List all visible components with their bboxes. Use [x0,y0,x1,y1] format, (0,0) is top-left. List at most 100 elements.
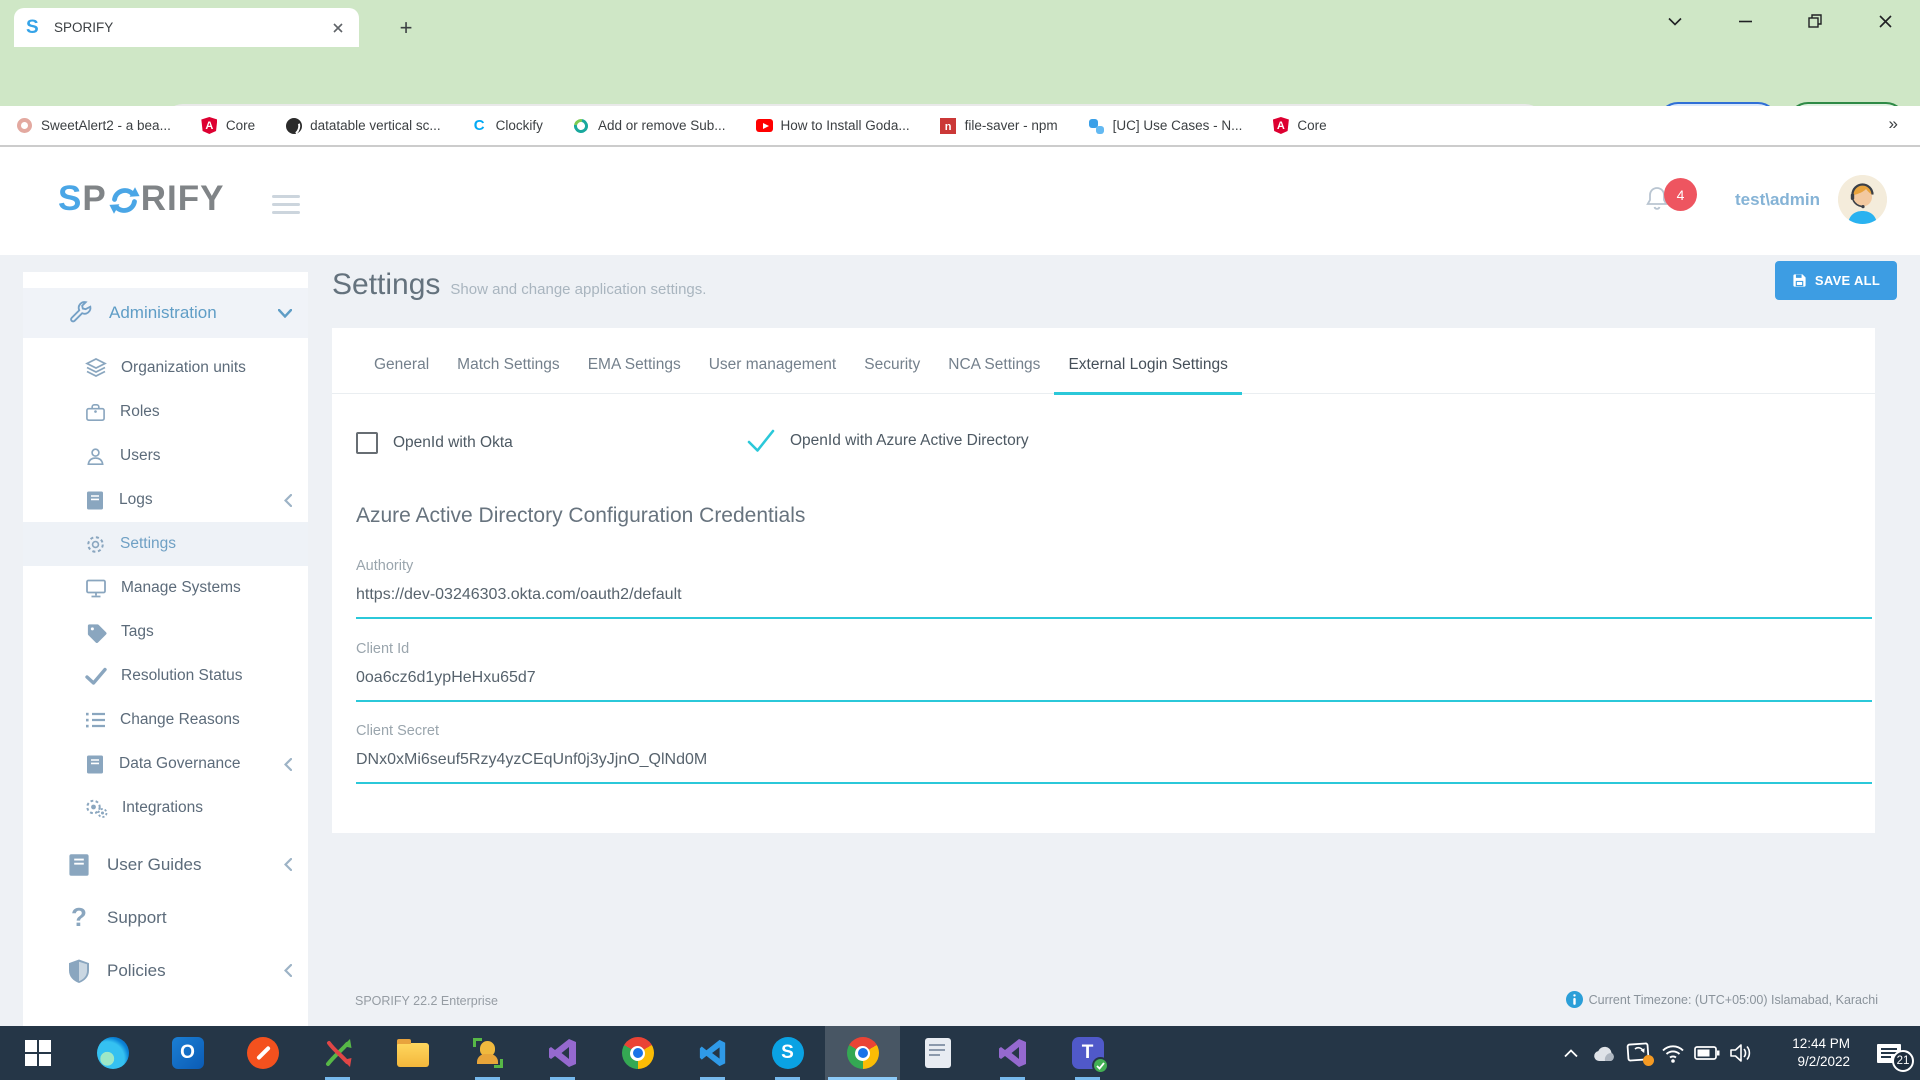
taskbar-file-explorer[interactable] [375,1026,450,1080]
sidebar-item-settings[interactable]: Settings [23,522,308,566]
bookmark-subtitles[interactable]: Add or remove Sub... [573,117,726,134]
battery-icon[interactable] [1690,1026,1724,1080]
restore-button[interactable] [1780,0,1850,42]
sidebar-item-organization-units[interactable]: Organization units [23,346,308,390]
visual-studio-icon [997,1037,1029,1069]
client-secret-input[interactable]: DNx0xMi6seuf5Rzy4yzCEqUnf0j3yJjnO_QlNd0M [356,751,1872,769]
edge-icon [97,1037,129,1069]
chevron-left-icon [284,964,292,977]
checkbox-openid-okta[interactable]: OpenId with Okta [356,432,513,454]
client-id-field[interactable]: Client Id 0oa6cz6d1ypHeHxu65d7 [356,641,1872,702]
bookmark-youtube[interactable]: How to Install Goda... [756,117,910,134]
sidebar-item-data-governance[interactable]: Data Governance [23,742,308,786]
taskbar-vscode[interactable] [675,1026,750,1080]
tab-close-icon[interactable] [329,19,347,37]
tab-security[interactable]: Security [850,356,934,395]
tray-date: 9/2/2022 [1764,1053,1850,1071]
taskbar-skype[interactable]: S [750,1026,825,1080]
minimize-button[interactable] [1710,0,1780,42]
taskbar-clock[interactable]: 12:44 PM 9/2/2022 [1764,1035,1850,1070]
onedrive-icon[interactable] [1588,1026,1622,1080]
taskbar-chrome[interactable] [600,1026,675,1080]
sidebar-item-manage-systems[interactable]: Manage Systems [23,566,308,610]
sidebar-item-policies[interactable]: Policies [23,944,308,997]
new-tab-button[interactable]: + [392,14,420,42]
taskbar-outlook[interactable]: O [150,1026,225,1080]
layers-icon [85,357,107,379]
sidebar-item-logs[interactable]: Logs [23,478,308,522]
sidebar-section-administration[interactable]: Administration [23,288,308,338]
menu-toggle-icon[interactable] [272,195,300,214]
volume-icon[interactable] [1724,1026,1758,1080]
sidebar-admin-items: Organization units Roles Users Logs Sett… [23,346,308,830]
rotation-lock-icon[interactable] [1622,1026,1656,1080]
page-title: Settings [332,268,440,302]
taskbar-visual-studio-2[interactable] [975,1026,1050,1080]
sidebar-item-resolution-status[interactable]: Resolution Status [23,654,308,698]
start-button[interactable] [0,1026,75,1080]
taskbar-screen-sketch[interactable] [450,1026,525,1080]
tab-user-management[interactable]: User management [695,356,851,395]
swirl-icon [573,117,590,134]
taskbar-notepad[interactable] [900,1026,975,1080]
bookmark-filesaver[interactable]: nfile-saver - npm [940,117,1058,134]
tab-match-settings[interactable]: Match Settings [443,356,574,395]
book-icon [85,754,105,775]
user-avatar[interactable] [1838,175,1887,224]
page-subtitle: Show and change application settings. [450,281,706,298]
bookmark-usecases[interactable]: [UC] Use Cases - N... [1088,117,1243,134]
sidebar-item-support[interactable]: ? Support [23,891,308,944]
taskbar-pen-app[interactable] [225,1026,300,1080]
chrome-icon [622,1037,654,1069]
sidebar-item-tags[interactable]: Tags [23,610,308,654]
wifi-icon[interactable] [1656,1026,1690,1080]
app-header: SPRIFY 4 test\admin [0,147,1920,255]
taskbar-edge[interactable] [75,1026,150,1080]
browser-tab[interactable]: S SPORIFY [14,8,359,47]
checkbox-openid-azure[interactable]: OpenId with Azure Active Directory [747,428,1029,454]
tab-general[interactable]: General [360,356,443,395]
authority-input[interactable]: https://dev-03246303.okta.com/oauth2/def… [356,586,1872,604]
sidebar-item-user-guides[interactable]: User Guides [23,838,308,891]
bookmarks-overflow-chevron[interactable]: » [1889,114,1898,134]
tab-nca-settings[interactable]: NCA Settings [934,356,1054,395]
vscode-icon [698,1038,728,1068]
sidebar-bottom-items: User Guides ? Support Policies [23,838,308,997]
taskbar-chrome-active[interactable] [825,1026,900,1080]
sidebar-item-roles[interactable]: Roles [23,390,308,434]
check-icon [85,667,107,685]
angular-icon: A [201,117,218,134]
taskbar-git-client[interactable] [300,1026,375,1080]
checkmark-icon[interactable] [747,428,775,454]
bookmark-core-1[interactable]: ACore [201,117,255,134]
chevron-left-icon [284,494,292,507]
tray-chevron-up-icon[interactable] [1554,1026,1588,1080]
save-all-button[interactable]: SAVE ALL [1775,261,1897,300]
window-menu-chevron[interactable] [1640,0,1710,42]
user-icon [85,446,106,467]
sidebar-item-change-reasons[interactable]: Change Reasons [23,698,308,742]
close-window-button[interactable] [1850,0,1920,42]
tab-external-login-settings[interactable]: External Login Settings [1054,356,1241,395]
tab-ema-settings[interactable]: EMA Settings [574,356,695,395]
bookmark-clockify[interactable]: CClockify [471,117,543,134]
taskbar-visual-studio[interactable] [525,1026,600,1080]
client-id-input[interactable]: 0oa6cz6d1ypHeHxu65d7 [356,669,1872,687]
sidebar-item-users[interactable]: Users [23,434,308,478]
bookmark-core-2[interactable]: ACore [1272,117,1326,134]
logged-in-username[interactable]: test\admin [1735,190,1820,210]
crossing-arrows-icon [322,1037,354,1069]
taskbar-teams[interactable]: T [1050,1026,1125,1080]
notification-count-badge[interactable]: 4 [1664,178,1697,211]
outlook-icon: O [172,1037,204,1069]
authority-field[interactable]: Authority https://dev-03246303.okta.com/… [356,558,1872,619]
checkbox-unchecked[interactable] [356,432,378,454]
sidebar: Administration Organization units Roles … [23,272,308,1026]
bookmark-datatable[interactable]: datatable vertical sc... [285,117,441,134]
tab-title: SPORIFY [54,20,329,35]
action-center-button[interactable]: 21 [1858,1026,1920,1080]
sidebar-item-integrations[interactable]: Integrations [23,786,308,830]
client-secret-field[interactable]: Client Secret DNx0xMi6seuf5Rzy4yzCEqUnf0… [356,723,1872,784]
bookmark-sweetalert[interactable]: SweetAlert2 - a bea... [16,117,171,134]
azure-credentials-heading: Azure Active Directory Configuration Cre… [356,504,805,528]
